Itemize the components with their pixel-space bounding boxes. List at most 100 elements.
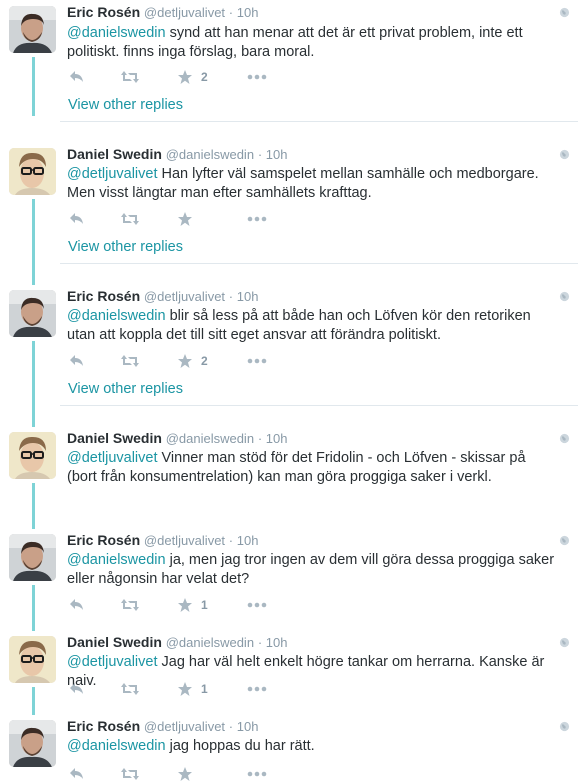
reply-icon[interactable] [69,596,85,614]
tweet-text: @detljuvalivet Jag har väl helt enkelt h… [67,654,545,689]
reply-icon[interactable] [69,765,85,783]
avatar[interactable] [9,432,56,479]
avatar[interactable] [9,534,56,581]
mention-link[interactable]: @detljuvalivet [67,450,157,466]
favorite-count: 1 [201,682,208,696]
divider [60,263,578,264]
tweet-header: Eric Rosén @detljuvalivet · 10h [67,532,258,548]
author-handle[interactable]: @danielswedin [166,635,254,650]
author-name[interactable]: Daniel Swedin [67,146,162,162]
retweet-icon[interactable] [120,210,140,228]
tweet-header: Daniel Swedin @danielswedin · 10h [67,430,287,446]
retweet-icon[interactable] [120,596,140,614]
tweet-text: @detljuvalivet Vinner man stöd för det F… [67,450,526,485]
more-icon[interactable] [247,596,267,614]
timestamp[interactable]: · 10h [229,719,259,734]
retweet-icon[interactable] [120,352,140,370]
author-handle[interactable]: @danielswedin [166,147,254,162]
star-icon [178,682,192,696]
mention-link[interactable]: @danielswedin [67,552,166,568]
divider [60,405,578,406]
globe-icon [559,433,570,444]
mention-link[interactable]: @danielswedin [67,738,166,754]
more-icon[interactable] [247,352,267,370]
view-other-replies-link[interactable]: View other replies [68,381,183,397]
globe-icon [559,7,570,18]
timestamp[interactable]: · 10h [258,431,288,446]
author-name[interactable]: Eric Rosén [67,4,140,20]
tweet-header: Eric Rosén @detljuvalivet · 10h [67,718,258,734]
author-handle[interactable]: @detljuvalivet [144,533,225,548]
favorite-button[interactable]: 1 [177,680,208,698]
reply-icon[interactable] [69,680,85,698]
tweet-header: Daniel Swedin @danielswedin · 10h [67,634,287,650]
author-handle[interactable]: @detljuvalivet [144,5,225,20]
star-icon [178,354,192,368]
favorite-button[interactable]: 1 [177,596,208,614]
reply-icon[interactable] [69,210,85,228]
mention-link[interactable]: @detljuvalivet [67,654,157,670]
star-icon [178,767,192,781]
star-icon [178,70,192,84]
timestamp[interactable]: · 10h [229,5,259,20]
view-other-replies-link[interactable]: View other replies [68,97,183,113]
timestamp[interactable]: · 10h [258,147,288,162]
more-icon[interactable] [247,680,267,698]
favorite-count: 2 [201,70,208,84]
retweet-icon[interactable] [120,68,140,86]
more-icon[interactable] [247,68,267,86]
avatar[interactable] [9,636,56,683]
thread-line [32,483,35,529]
tweet-text: @danielswedin ja, men jag tror ingen av … [67,552,555,587]
favorite-count: 2 [201,354,208,368]
avatar[interactable] [9,6,56,53]
author-handle[interactable]: @detljuvalivet [144,289,225,304]
author-name[interactable]: Eric Rosén [67,532,140,548]
globe-icon [559,637,570,648]
tweet-text: @danielswedin blir så less på att både h… [67,308,531,343]
author-name[interactable]: Eric Rosén [67,288,140,304]
view-other-replies-link[interactable]: View other replies [68,239,183,255]
timestamp[interactable]: · 10h [229,289,259,304]
avatar[interactable] [9,148,56,195]
favorite-button[interactable]: 2 [177,68,208,86]
star-icon [178,598,192,612]
tweet-header: Daniel Swedin @danielswedin · 10h [67,146,287,162]
author-name[interactable]: Daniel Swedin [67,634,162,650]
thread-line [32,687,35,715]
mention-link[interactable]: @detljuvalivet [67,166,157,182]
author-handle[interactable]: @danielswedin [166,431,254,446]
tweet-text: @danielswedin synd att han menar att det… [67,25,523,60]
tweet-header: Eric Rosén @detljuvalivet · 10h [67,4,258,20]
favorite-button[interactable] [177,765,201,783]
thread-line [32,585,35,631]
mention-link[interactable]: @danielswedin [67,25,166,41]
favorite-button[interactable]: 2 [177,352,208,370]
tweet-text: @danielswedin jag hoppas du har rätt. [67,738,315,754]
avatar[interactable] [9,290,56,337]
reply-icon[interactable] [69,68,85,86]
mention-link[interactable]: @danielswedin [67,308,166,324]
globe-icon [559,721,570,732]
retweet-icon[interactable] [120,680,140,698]
globe-icon [559,291,570,302]
author-name[interactable]: Eric Rosén [67,718,140,734]
favorite-button[interactable] [177,210,201,228]
author-name[interactable]: Daniel Swedin [67,430,162,446]
thread-line [32,199,35,285]
more-icon[interactable] [247,210,267,228]
author-handle[interactable]: @detljuvalivet [144,719,225,734]
timestamp[interactable]: · 10h [258,635,288,650]
divider [60,121,578,122]
reply-icon[interactable] [69,352,85,370]
timestamp[interactable]: · 10h [229,533,259,548]
star-icon [178,212,192,226]
globe-icon [559,535,570,546]
favorite-count: 1 [201,598,208,612]
tweet-text: @detljuvalivet Han lyfter väl samspelet … [67,166,539,201]
more-icon[interactable] [247,765,267,783]
thread-line [32,57,35,116]
avatar[interactable] [9,720,56,767]
globe-icon [559,149,570,160]
retweet-icon[interactable] [120,765,140,783]
